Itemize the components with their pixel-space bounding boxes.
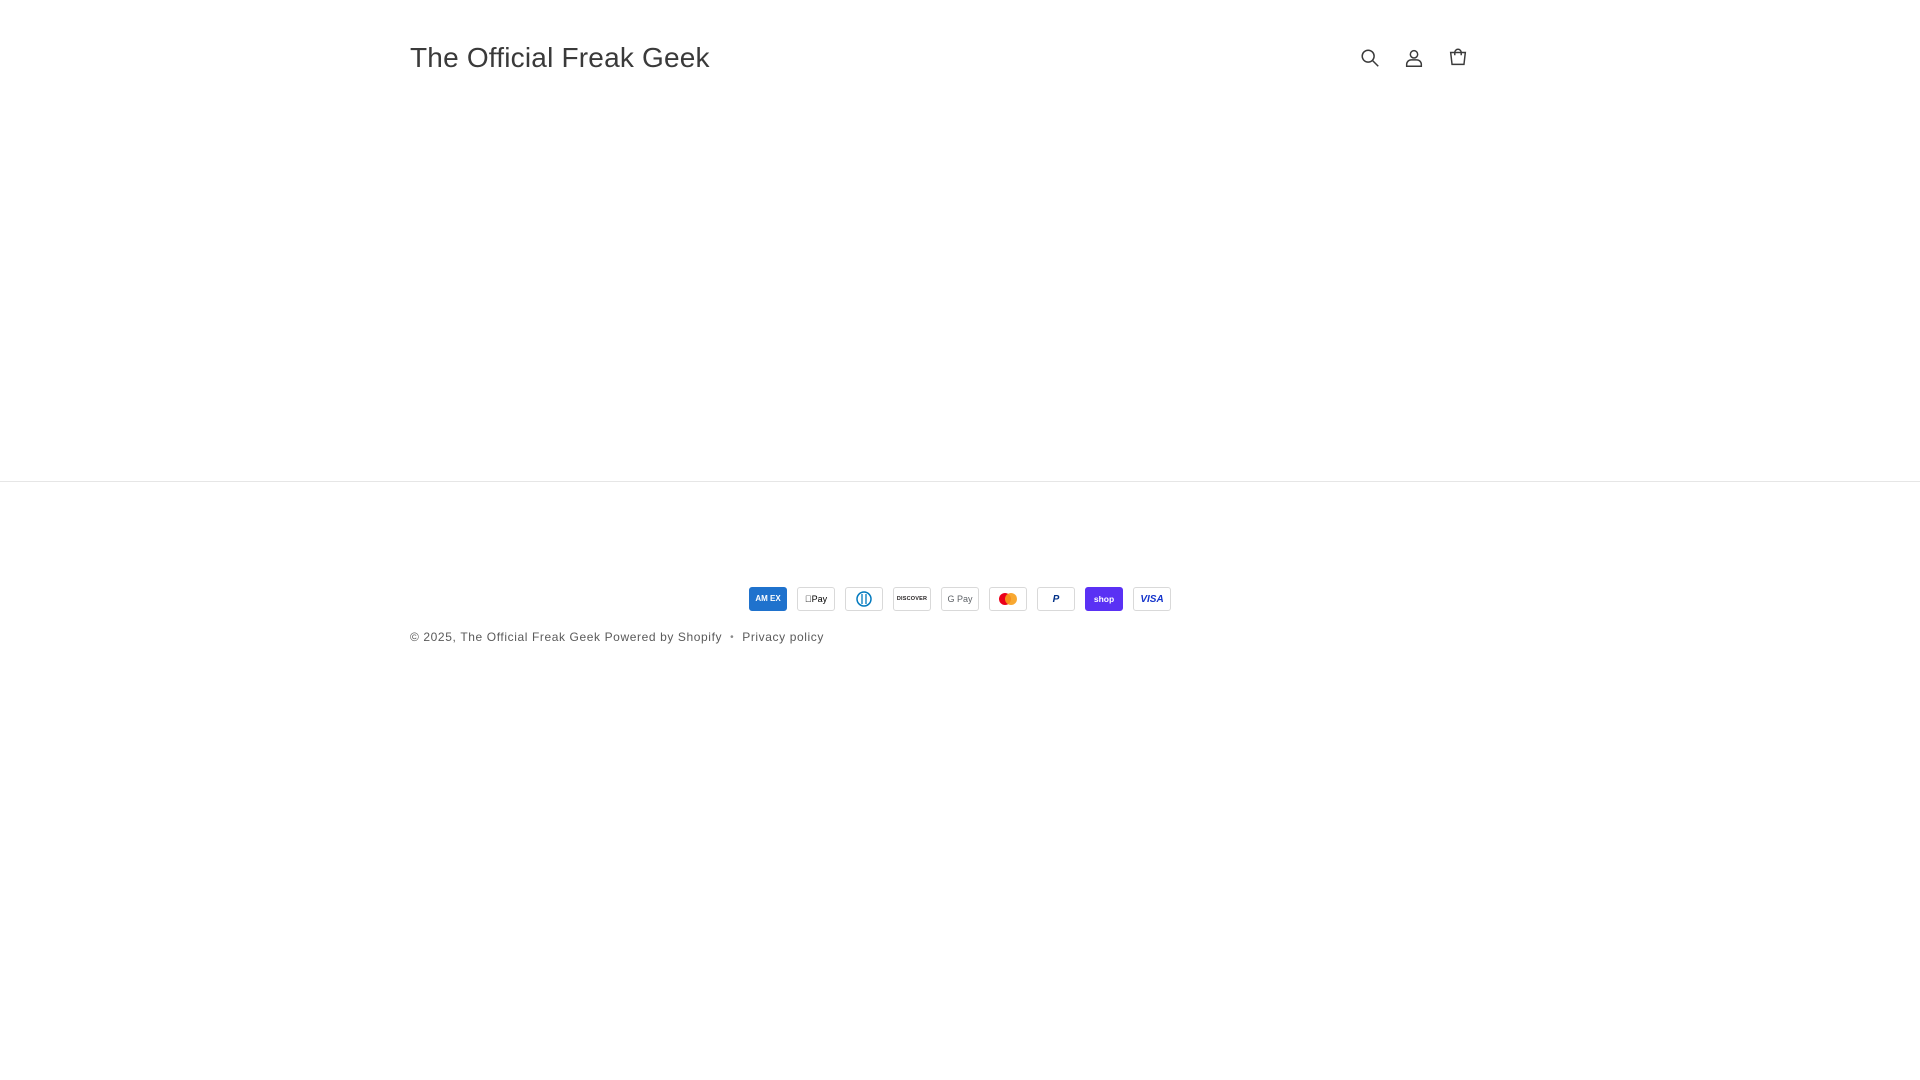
payment-icons-list: AM EX  Pay DISCOVER G Pay — [749, 587, 1171, 611]
page: The Official Freak Geek AM EX Pay DISCOV… — [0, 0, 1920, 1080]
discover-label: DISCOVER — [896, 596, 928, 602]
amex-icon: AM EX — [749, 587, 787, 611]
cart-icon — [1449, 48, 1467, 66]
account-button[interactable] — [1399, 36, 1429, 80]
diners-glyph — [856, 591, 872, 607]
shop-pay-label: shop — [1093, 594, 1115, 604]
apple-pay-icon:  Pay — [797, 587, 835, 611]
copyright-line: © 2025, The Official Freak Geek Powered … — [410, 630, 824, 644]
search-button[interactable] — [1355, 36, 1385, 80]
mastercard-icon — [989, 587, 1027, 611]
separator-dot: • — [730, 631, 735, 643]
privacy-policy-link[interactable]: Privacy policy — [742, 630, 824, 644]
amex-label: AM EX — [755, 594, 781, 603]
visa-label: VISA — [1140, 593, 1164, 605]
search-icon — [1361, 49, 1379, 67]
mastercard-glyph — [999, 593, 1017, 605]
shop-pay-icon: shop — [1085, 587, 1123, 611]
account-icon — [1405, 49, 1423, 67]
apple-glyph:  — [805, 594, 812, 604]
site-header: The Official Freak Geek — [0, 0, 1920, 115]
header-icons — [1355, 36, 1473, 80]
google-pay-icon: G Pay — [941, 587, 979, 611]
paypal-label: P — [1052, 593, 1060, 605]
google-pay-label: G Pay — [947, 594, 973, 604]
site-footer: AM EX  Pay DISCOVER G Pay — [0, 481, 1920, 682]
copyright-prefix: © 2025, — [410, 630, 457, 644]
paypal-icon: P — [1037, 587, 1075, 611]
store-footer-link[interactable]: The Official Freak Geek — [460, 630, 600, 644]
store-title-link[interactable]: The Official Freak Geek — [410, 38, 710, 78]
cart-button[interactable] — [1443, 36, 1473, 80]
apple-pay-label: Pay — [808, 594, 828, 604]
diners-club-icon — [845, 587, 883, 611]
discover-icon: DISCOVER — [893, 587, 931, 611]
powered-by-shopify-link[interactable]: Powered by Shopify — [605, 630, 723, 644]
visa-icon: VISA — [1133, 587, 1171, 611]
